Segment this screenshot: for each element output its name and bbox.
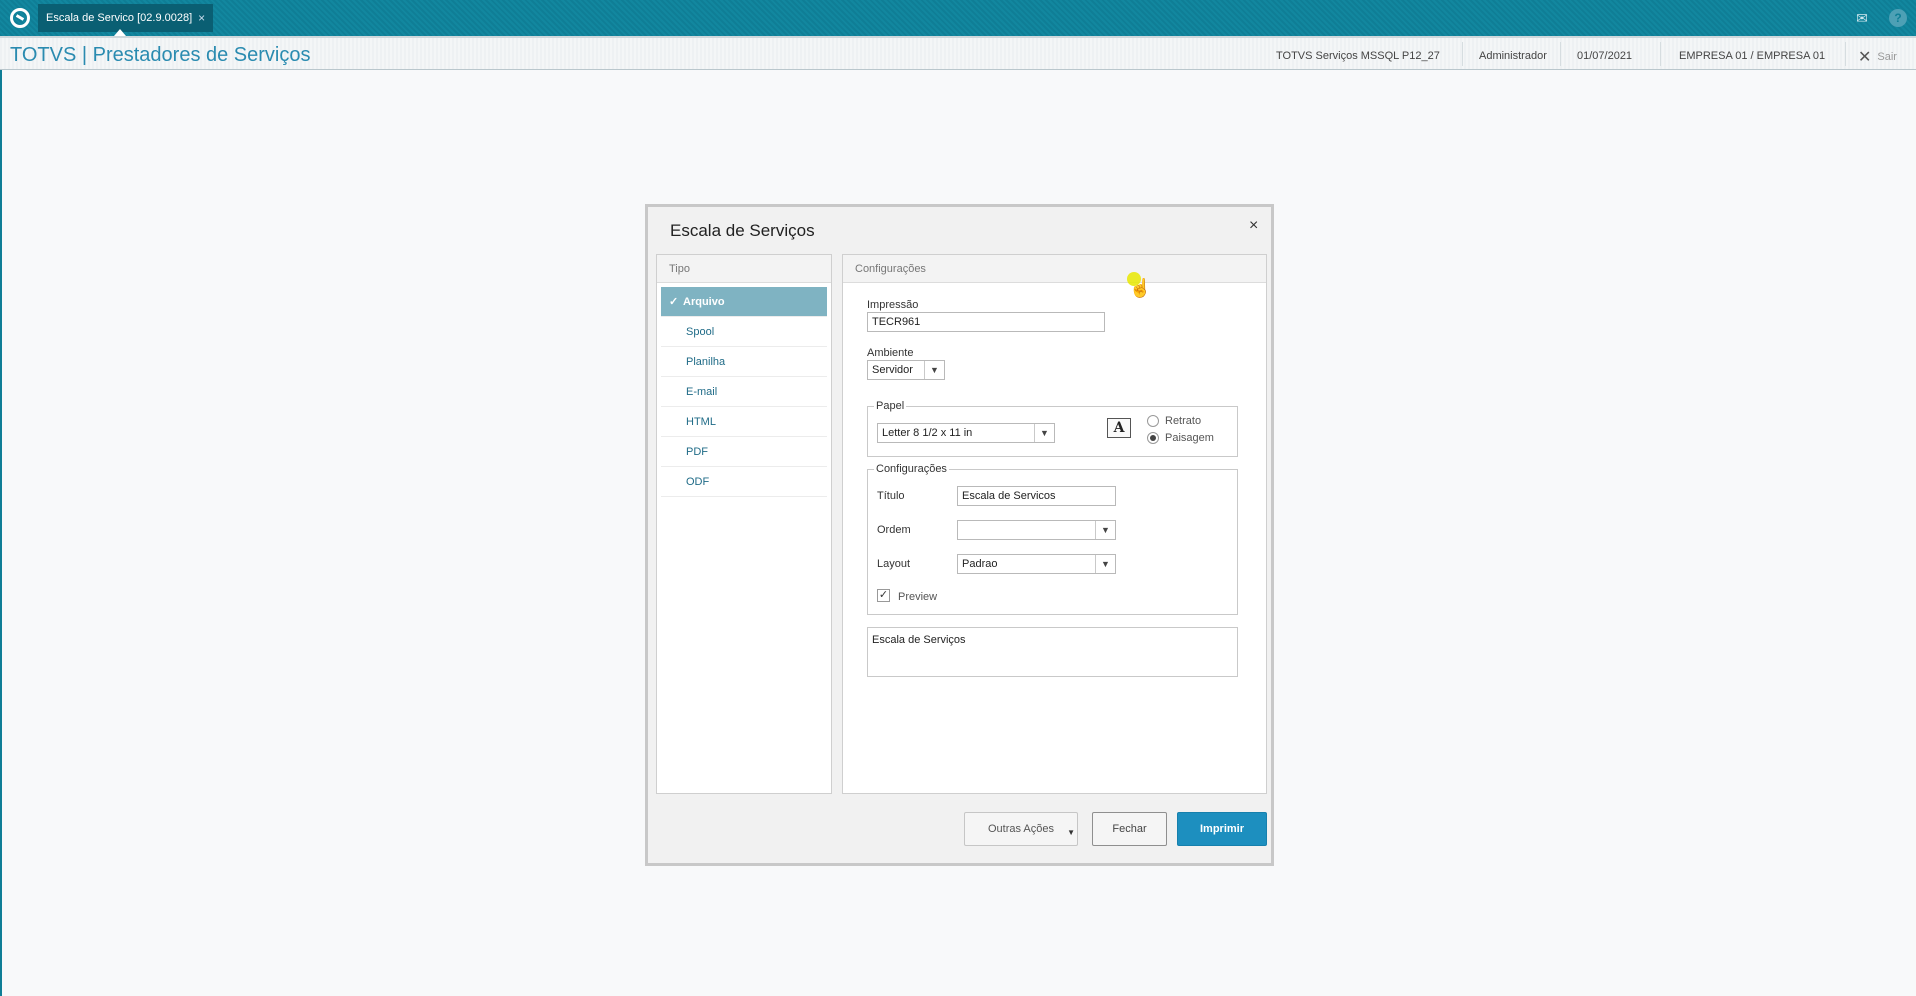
top-bar: Escala de Servico [02.9.0028] × ✉ ? — [0, 0, 1916, 36]
tipo-item-pdf[interactable]: PDF — [661, 437, 827, 467]
left-border — [0, 70, 2, 996]
configuracoes-header: Configurações — [843, 255, 1266, 283]
tipo-header: Tipo — [657, 255, 831, 283]
tab-escala-de-servico[interactable]: Escala de Servico [02.9.0028] × — [38, 4, 214, 32]
papel-fieldset: Papel Letter 8 1/2 x 11 in ▼ A Retrato P… — [867, 400, 1238, 457]
layout-select[interactable]: Padrao ▼ — [957, 554, 1116, 574]
divider — [1462, 42, 1463, 66]
description-textarea[interactable]: Escala de Serviços — [867, 627, 1238, 677]
configuracoes-panel: Configurações Impressão TECR961 Ambiente… — [842, 254, 1267, 794]
retrato-label: Retrato — [1165, 415, 1202, 427]
radio-selected-icon — [1147, 432, 1159, 444]
date-label: 01/07/2021 — [1577, 50, 1633, 62]
papel-legend: Papel — [874, 400, 907, 412]
preview-label: Preview — [898, 591, 938, 603]
chevron-down-icon: ▼ — [1095, 555, 1115, 573]
app-title: TOTVS | Prestadores de Serviços — [10, 44, 311, 66]
retrato-radio[interactable]: Retrato — [1147, 415, 1201, 427]
environment-label: TOTVS Serviços MSSQL P12_27 — [1276, 50, 1440, 62]
papel-select[interactable]: Letter 8 1/2 x 11 in ▼ — [877, 423, 1055, 443]
exit-button[interactable]: ✕ Sair — [1858, 47, 1897, 67]
ambiente-select[interactable]: Servidor ▼ — [867, 360, 945, 380]
close-icon: ✕ — [1858, 49, 1872, 66]
radio-icon — [1147, 415, 1159, 427]
tab-pointer-icon — [114, 29, 126, 36]
tipo-list: ✓ Arquivo Spool Planilha E-mail HTML PDF … — [657, 283, 831, 501]
divider — [1660, 42, 1661, 66]
tab-close-icon[interactable]: × — [198, 4, 205, 32]
tipo-item-planilha[interactable]: Planilha — [661, 347, 827, 377]
configuracoes-legend: Configurações — [874, 463, 949, 475]
user-label: Administrador — [1479, 50, 1547, 62]
chevron-down-icon: ▼ — [1034, 424, 1054, 442]
exit-label: Sair — [1877, 51, 1897, 63]
tipo-item-arquivo[interactable]: ✓ Arquivo — [661, 287, 827, 317]
ambiente-value: Servidor — [872, 364, 913, 376]
tipo-item-odf[interactable]: ODF — [661, 467, 827, 497]
print-dialog: Escala de Serviços × Tipo ✓ Arquivo Spool… — [645, 204, 1274, 866]
chevron-down-icon: ▼ — [1095, 521, 1115, 539]
paisagem-label: Paisagem — [1165, 432, 1214, 444]
divider — [1845, 42, 1846, 66]
tipo-panel: Tipo ✓ Arquivo Spool Planilha E-mail HTML… — [656, 254, 832, 794]
outras-acoes-label: Outras Ações — [987, 823, 1055, 835]
caret-down-icon: ▼ — [1067, 828, 1075, 837]
titulo-label: Título — [877, 490, 905, 502]
company-label: EMPRESA 01 / EMPRESA 01 — [1679, 50, 1826, 62]
imprimir-button[interactable]: Imprimir — [1177, 812, 1267, 846]
tipo-item-spool[interactable]: Spool — [661, 317, 827, 347]
chevron-down-icon: ▼ — [924, 361, 944, 379]
tipo-item-email[interactable]: E-mail — [661, 377, 827, 407]
tipo-item-label: Arquivo — [683, 296, 725, 308]
divider — [1560, 42, 1561, 66]
tipo-item-html[interactable]: HTML — [661, 407, 827, 437]
dialog-close-icon[interactable]: × — [1249, 217, 1258, 235]
ordem-label: Ordem — [877, 524, 911, 536]
mail-icon[interactable]: ✉ — [1853, 9, 1871, 27]
tab-label: Escala de Servico [02.9.0028] — [46, 12, 193, 24]
impressao-input[interactable]: TECR961 — [867, 312, 1105, 332]
hand-cursor-icon: ☝ — [1129, 278, 1152, 298]
ambiente-label: Ambiente — [867, 347, 914, 359]
check-icon: ✓ — [669, 296, 679, 308]
outras-acoes-button[interactable]: Outras Ações ▼ — [964, 812, 1078, 846]
fechar-button[interactable]: Fechar — [1092, 812, 1167, 846]
font-icon[interactable]: A — [1107, 418, 1131, 438]
configuracoes-fieldset: Configurações Título Escala de Servicos … — [867, 463, 1238, 615]
app-header: TOTVS | Prestadores de Serviços TOTVS Se… — [0, 36, 1916, 70]
totvs-logo-icon[interactable] — [10, 8, 30, 28]
titulo-input[interactable]: Escala de Servicos — [957, 486, 1116, 506]
dialog-title: Escala de Serviços — [670, 221, 815, 240]
ordem-select[interactable]: ▼ — [957, 520, 1116, 540]
layout-value: Padrao — [962, 558, 998, 570]
preview-checkbox[interactable]: ✓ — [877, 589, 890, 602]
help-icon[interactable]: ? — [1889, 9, 1907, 27]
paisagem-radio[interactable]: Paisagem — [1147, 432, 1214, 444]
layout-label: Layout — [877, 558, 911, 570]
papel-value: Letter 8 1/2 x 11 in — [882, 427, 973, 439]
impressao-label: Impressão — [867, 299, 919, 311]
